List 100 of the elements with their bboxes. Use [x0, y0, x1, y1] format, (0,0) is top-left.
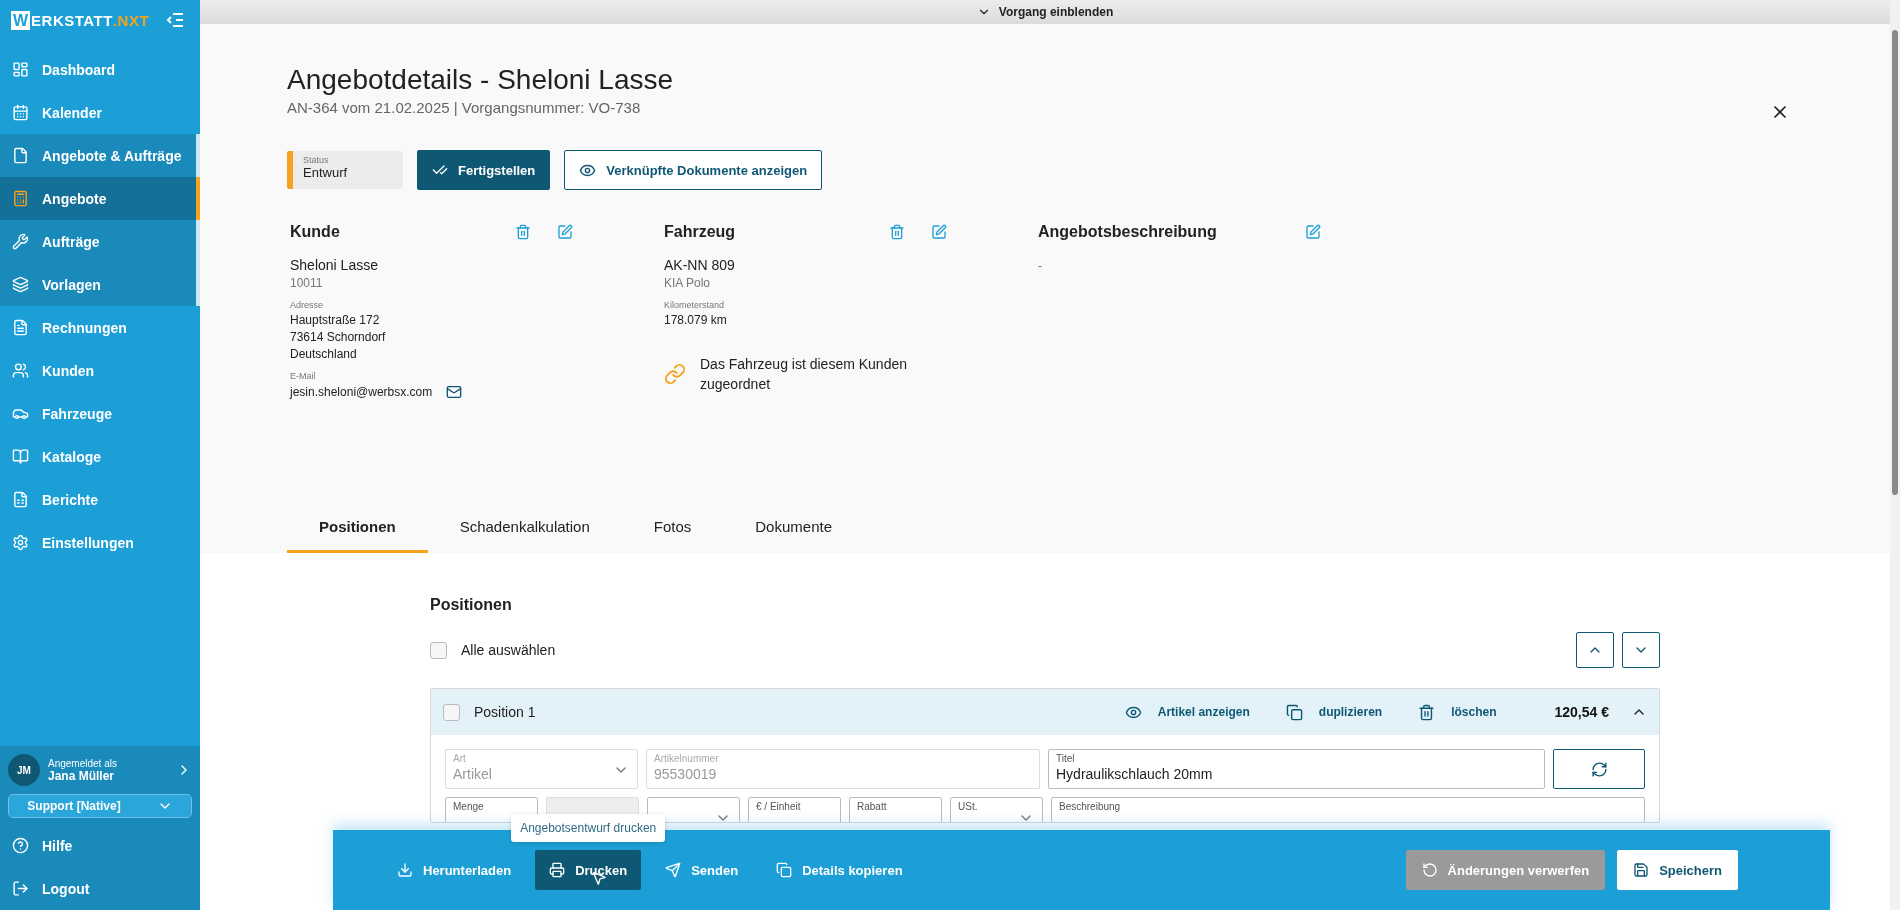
- edit-button[interactable]: [557, 224, 573, 240]
- section-heading: Positionen: [430, 596, 512, 614]
- field-label: E-Mail: [290, 371, 316, 382]
- collapse-menu-icon[interactable]: [166, 13, 184, 27]
- tooltip: Angebotsentwurf drucken: [511, 814, 666, 842]
- nav-item[interactable]: Kataloge: [0, 435, 200, 478]
- logo-suffix: .NXT: [112, 11, 150, 29]
- delete-button[interactable]: [889, 224, 905, 240]
- tab[interactable]: Schadenkalkulation: [427, 515, 622, 553]
- wrench-icon: [12, 233, 29, 250]
- nav-item[interactable]: Hilfe: [0, 824, 200, 867]
- input-field[interactable]: Titel Hydraulikschlauch 20mm: [1048, 749, 1545, 789]
- users-icon: [12, 362, 29, 379]
- checkbox[interactable]: [443, 703, 460, 721]
- field-value: AK-NN 809: [664, 258, 735, 273]
- refresh-icon: [1590, 760, 1608, 778]
- section-title: Fahrzeug: [664, 223, 737, 241]
- field-value: -: [1038, 259, 1042, 274]
- field-value: 178.079 km: [664, 313, 727, 328]
- nav-item[interactable]: Rechnungen: [0, 306, 200, 349]
- logout-icon: [12, 880, 29, 897]
- calculator-icon: [12, 190, 29, 207]
- copy-icon: [1285, 703, 1303, 721]
- action-link[interactable]: löschen: [1414, 703, 1501, 721]
- toolbar-button[interactable]: Details kopieren: [762, 850, 917, 890]
- undo-icon: [1421, 862, 1438, 878]
- help-icon: [12, 837, 29, 854]
- toolbar-button[interactable]: Senden: [651, 850, 753, 890]
- role-select[interactable]: Support [Native]: [8, 794, 192, 818]
- page-subtitle: AN-364 vom 21.02.2025 | Vorgangsnummer: VO-738: [287, 99, 641, 116]
- input-field[interactable]: Rabatt: [849, 797, 942, 822]
- field-value: Hauptstraße 172: [290, 313, 380, 328]
- checkbox[interactable]: [430, 641, 447, 659]
- mail-icon[interactable]: [446, 384, 463, 400]
- delete-button[interactable]: [515, 224, 531, 240]
- field-value: 10011: [290, 276, 323, 291]
- section-title: Angebotsbeschreibung: [1038, 223, 1218, 241]
- edit-button[interactable]: [1305, 224, 1321, 240]
- nav-item[interactable]: Fahrzeuge: [0, 392, 200, 435]
- layers-icon: [12, 276, 29, 293]
- spreadsheet-icon: [12, 491, 29, 508]
- calendar-icon: [12, 104, 29, 121]
- dashboard-icon: [12, 61, 29, 78]
- position-price: 120,54 €: [1554, 704, 1609, 720]
- nav-item[interactable]: Einstellungen: [0, 521, 200, 564]
- action-link[interactable]: duplizieren: [1281, 703, 1387, 721]
- page-title: Angebotdetails - Sheloni Lasse: [287, 63, 675, 97]
- nav-item[interactable]: Aufträge: [0, 220, 200, 263]
- nav-item[interactable]: Dashboard: [0, 48, 200, 91]
- documents-button[interactable]: Verknüpfte Dokumente anzeigen: [564, 150, 823, 190]
- toolbar-button[interactable]: Herunterladen: [383, 850, 526, 890]
- input-field[interactable]: Menge: [445, 797, 538, 822]
- nav-item[interactable]: Logout: [0, 867, 200, 910]
- field-label: Kilometerstand: [664, 300, 725, 311]
- nav-item[interactable]: Vorlagen: [0, 263, 200, 306]
- nav-item[interactable]: Angebote & Aufträge: [0, 134, 200, 177]
- show-process-toggle[interactable]: Vorgang einblenden: [976, 5, 1114, 19]
- move-down-button[interactable]: [1622, 632, 1660, 668]
- logo-mark: W: [11, 10, 31, 30]
- nav-item[interactable]: Angebote: [0, 177, 200, 220]
- input-field[interactable]: Beschreibung: [1051, 797, 1645, 822]
- trash-icon: [1418, 703, 1436, 721]
- field-value: Sheloni Lasse: [290, 258, 378, 273]
- download-icon: [397, 862, 413, 878]
- copy-icon: [776, 862, 793, 878]
- save-icon: [1633, 862, 1650, 878]
- field-value: KIA Polo: [664, 276, 711, 291]
- tab[interactable]: Dokumente: [723, 515, 864, 553]
- discard-button[interactable]: Änderungen verwerfen: [1405, 850, 1606, 890]
- email-text: jesin.sheloni@werbsx.com: [290, 384, 433, 400]
- document-icon: [12, 319, 29, 336]
- nav-item[interactable]: Kunden: [0, 349, 200, 392]
- user-caption: Angemeldet als: [48, 757, 118, 769]
- tab[interactable]: Fotos: [621, 515, 724, 553]
- field-value: Deutschland: [290, 347, 357, 362]
- document-icon: [12, 147, 29, 164]
- nav-item[interactable]: Berichte: [0, 478, 200, 521]
- tab[interactable]: Positionen: [287, 515, 428, 553]
- link-icon: [664, 363, 686, 385]
- move-up-button[interactable]: [1576, 632, 1614, 668]
- field-value: 73614 Schorndorf: [290, 330, 386, 345]
- status-badge: Status Entwurf: [287, 151, 403, 189]
- refresh-button[interactable]: [1553, 749, 1645, 789]
- edit-button[interactable]: [931, 224, 947, 240]
- avatar: JM: [8, 754, 40, 786]
- book-icon: [12, 448, 29, 465]
- field-label: Adresse: [290, 300, 324, 311]
- logo-text: ERKSTATT: [31, 11, 113, 29]
- input-field[interactable]: € / Einheit: [748, 797, 841, 822]
- section-title: Kunde: [290, 223, 341, 241]
- finish-button[interactable]: Fertigstellen: [417, 150, 551, 190]
- printer-icon: [549, 862, 566, 878]
- user-name: Jana Müller: [48, 768, 116, 783]
- action-link[interactable]: Artikel anzeigen: [1120, 703, 1254, 721]
- select-field[interactable]: USt.: [950, 797, 1043, 822]
- toolbar-button[interactable]: Drucken: [535, 850, 642, 890]
- checkbox-label: Alle auswählen: [461, 642, 556, 658]
- save-button[interactable]: Speichern: [1617, 850, 1738, 890]
- nav-item[interactable]: Kalender: [0, 91, 200, 134]
- link-note: Das Fahrzeug ist diesem Kunden zugeordnet: [700, 355, 908, 394]
